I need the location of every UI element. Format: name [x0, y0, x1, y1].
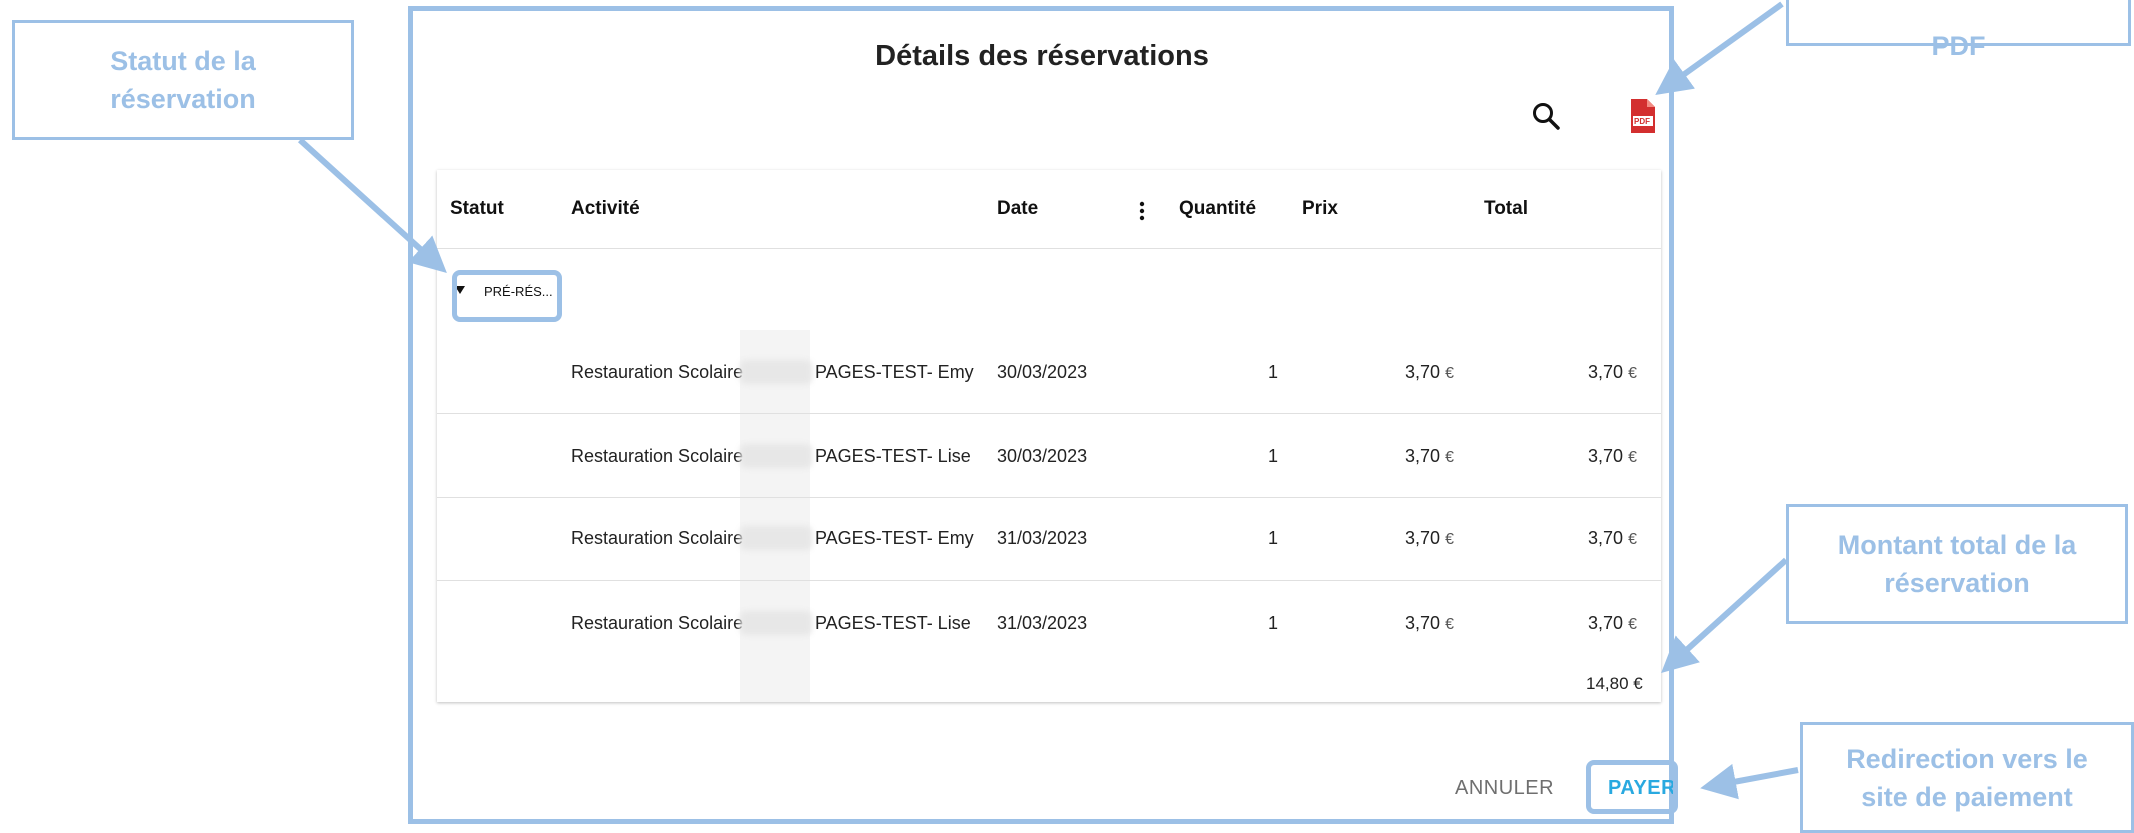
- callout-arrows: [297, 1, 1799, 800]
